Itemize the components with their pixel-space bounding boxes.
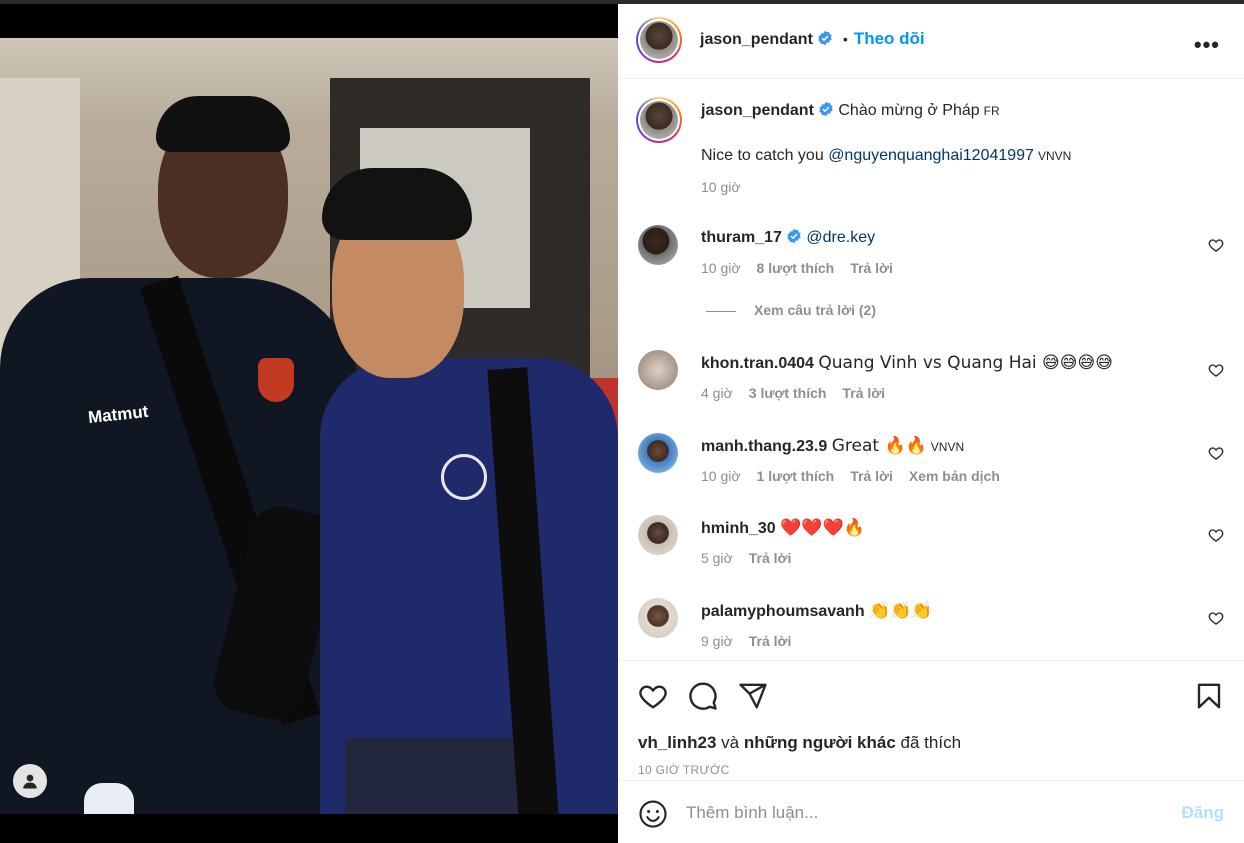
reply-button[interactable]: Trả lời [850,260,893,276]
view-replies-label: Xem câu trả lời (2) [754,302,876,318]
comment-time: 9 giờ [701,633,733,649]
commenter-avatar[interactable] [638,515,678,555]
verified-icon [818,30,832,46]
reply-button[interactable]: Trả lời [842,385,885,401]
verified-icon [787,228,801,244]
post-panel: jason_pendant • Theo dõi ••• jason_pendant… [618,4,1244,843]
commenter-avatar[interactable] [638,433,678,473]
comment-composer: Đăng [618,780,1244,843]
share-icon[interactable] [738,681,768,711]
reply-button[interactable]: Trả lời [749,633,792,649]
photo-image: Matmut [0,38,618,814]
comment-text: 👏👏👏 [869,601,933,621]
heart-icon[interactable] [638,681,668,711]
author-avatar[interactable] [636,17,682,63]
comment-username[interactable]: khon.tran.0404 [701,355,814,372]
view-replies-button[interactable]: Xem câu trả lời (2) [706,302,876,318]
reply-button[interactable]: Trả lời [749,550,792,566]
comment-username[interactable]: hminh_30 [701,520,776,537]
heart-icon[interactable] [1208,362,1224,378]
post-time[interactable]: 10 GIỜ TRƯỚC [638,763,730,777]
heart-icon[interactable] [1208,527,1224,543]
post-comment-button[interactable]: Đăng [1182,803,1225,823]
author-username[interactable]: jason_pendant [700,31,813,48]
comment-time: 10 giờ [701,260,741,276]
caption-body-lang: VNVN [1037,149,1072,163]
emoji-icon[interactable] [638,799,668,829]
liker-username[interactable]: vh_linh23 [638,733,716,752]
bookmark-icon[interactable] [1194,681,1224,711]
comment-time: 4 giờ [701,385,733,401]
commenter-avatar[interactable] [638,225,678,265]
caption-body: Nice to catch you [701,147,824,164]
comment-likes[interactable]: 1 lượt thích [757,468,835,484]
comment-likes[interactable]: 3 lượt thích [749,385,827,401]
post-photo[interactable]: Matmut [0,4,618,843]
caption-lang: FR [983,104,1000,118]
likes-others-link[interactable]: những người khác [744,733,896,752]
comment-text: ❤️❤️❤️🔥 [780,518,865,538]
comment-time: 10 giờ [701,468,741,484]
comment-text: Quang Vinh vs Quang Hai 😅😅😅😅 [818,353,1113,373]
comment-text[interactable]: @dre.key [806,229,875,246]
heart-icon[interactable] [1208,237,1224,253]
more-options-button[interactable]: ••• [1194,32,1220,58]
verified-icon [819,101,833,117]
comment-icon[interactable] [688,681,718,711]
comments-list: jason_pendant Chào mừng ở Pháp FR Nice to… [618,80,1244,660]
heart-icon[interactable] [1208,445,1224,461]
comment-likes[interactable]: 8 lượt thích [757,260,835,276]
post-header: jason_pendant • Theo dõi ••• [618,4,1244,79]
translate-button[interactable]: Xem bản dịch [909,468,1000,484]
caption-time: 10 giờ [701,179,741,195]
comment-input[interactable] [686,799,1126,827]
comment-text: Great 🔥🔥 [831,436,927,456]
comment-username[interactable]: manh.thang.23.9 [701,438,827,455]
more-icon: ••• [1193,32,1220,57]
likes-summary: vh_linh23 và những người khác đã thích [638,733,962,752]
comment-username[interactable]: palamyphoumsavanh [701,603,865,620]
caption-username[interactable]: jason_pendant [701,102,814,119]
heart-icon[interactable] [1208,610,1224,626]
commenter-avatar[interactable] [638,598,678,638]
comment-lang: VNVN [930,440,965,454]
club-crest [441,454,487,500]
tagged-users-button[interactable] [13,764,47,798]
reply-button[interactable]: Trả lời [850,468,893,484]
club-badge [258,358,294,402]
caption-avatar[interactable] [636,97,682,143]
comment-username[interactable]: thuram_17 [701,229,782,246]
user-icon [23,774,37,789]
commenter-avatar[interactable] [638,350,678,390]
caption-mention[interactable]: @nguyenquanghai12041997 [828,147,1034,164]
comment-time: 5 giờ [701,550,733,566]
follow-button[interactable]: Theo dõi [854,29,925,48]
post-actions: vh_linh23 và những người khác đã thích 1… [618,660,1244,780]
caption-text: Chào mừng ở Pháp [838,102,980,119]
